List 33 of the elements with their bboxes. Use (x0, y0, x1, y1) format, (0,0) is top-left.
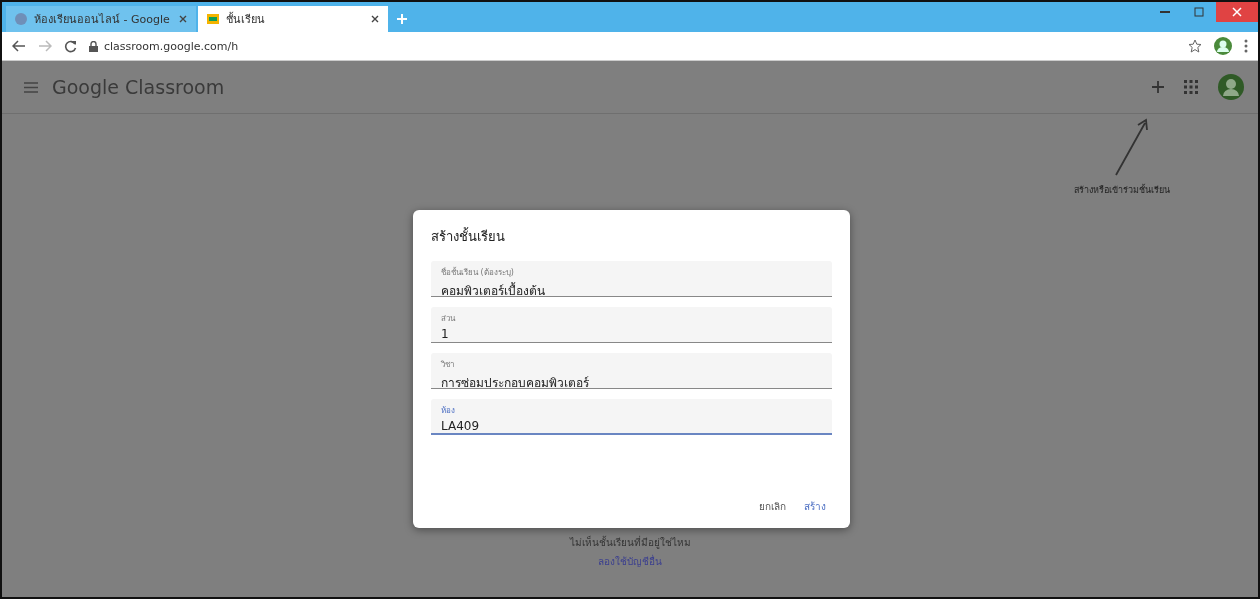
maximize-icon (1194, 7, 1204, 17)
menu-icon[interactable] (24, 81, 38, 93)
globe-icon (14, 12, 28, 26)
empty-message: ไม่เห็นชั้นเรียนที่มีอยู่ใช่ไหม (569, 535, 691, 550)
plus-icon[interactable] (1152, 81, 1164, 93)
browser-tab[interactable]: ห้องเรียนออนไลน์ - Google (6, 6, 196, 32)
annotation-text: สร้างหรือเข้าร่วมชั้นเรียน (1074, 183, 1170, 197)
input-field[interactable]: ส่วน 1 (431, 307, 832, 343)
browser-tab[interactable]: ชั้นเรียน (198, 6, 388, 32)
lock-icon (89, 40, 98, 52)
reload-icon[interactable] (64, 39, 77, 53)
close-icon[interactable] (178, 14, 188, 24)
input-field[interactable]: วิชา การซ่อมประกอบคอมพิวเตอร์ (431, 353, 832, 389)
tab-title: ห้องเรียนออนไลน์ - Google (34, 12, 171, 28)
close-icon[interactable] (370, 14, 380, 24)
input-field[interactable]: ชื่อชั้นเรียน (ต้องระบุ) คอมพิวเตอร์เบื้องต้น (431, 261, 832, 297)
back-icon[interactable] (12, 40, 26, 52)
classroom-icon (206, 12, 220, 26)
dialog-title: สร้างชั้นเรียน (431, 226, 506, 246)
more-icon[interactable] (1244, 39, 1248, 53)
star-icon[interactable] (1188, 39, 1202, 53)
create-button[interactable]: สร้าง (798, 495, 832, 518)
tab-title: ชั้นเรียน (226, 11, 266, 28)
cancel-button[interactable]: ยกเลิก (753, 495, 792, 518)
close-button[interactable] (1216, 2, 1258, 22)
url-text[interactable]: classroom.google.com/h (104, 39, 239, 53)
avatar-icon[interactable] (1218, 74, 1244, 100)
close-icon (1232, 7, 1242, 17)
apps-icon[interactable] (1184, 80, 1198, 94)
new-tab-icon[interactable] (396, 13, 408, 25)
input-field[interactable]: ห้อง LA409 (431, 399, 832, 435)
minimize-icon (1160, 11, 1170, 13)
avatar-icon[interactable] (1214, 37, 1232, 55)
